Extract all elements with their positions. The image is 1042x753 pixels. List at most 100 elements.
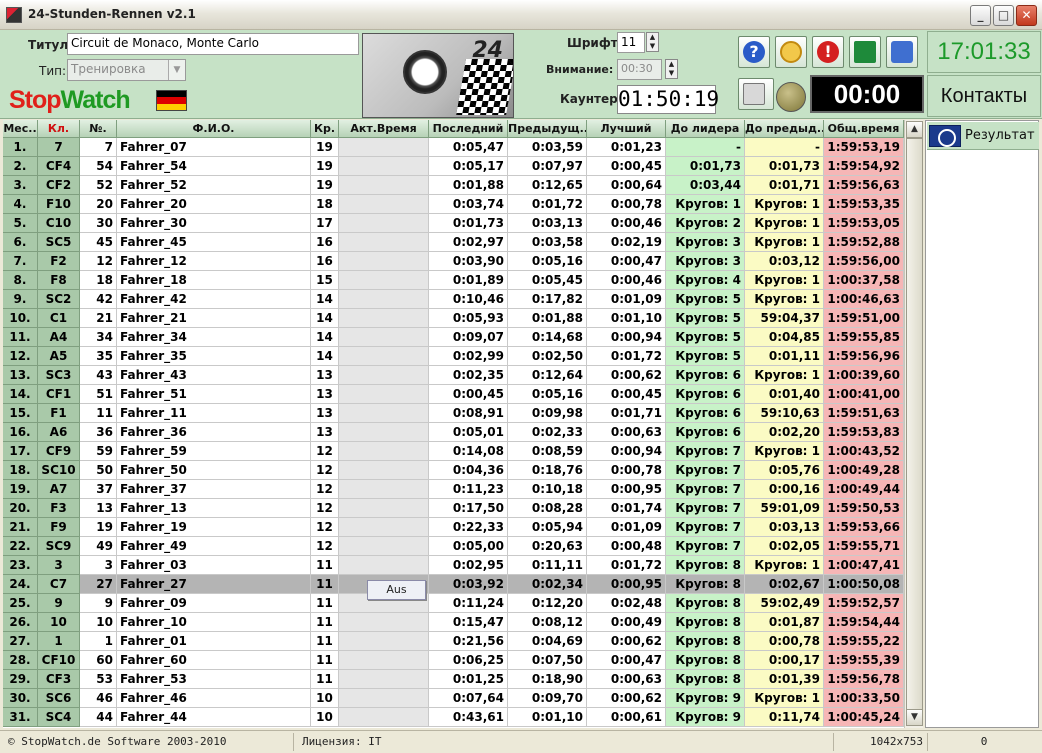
table-row[interactable]: 30. SC6 46 Fahrer_46 10 0:07,64 0:09,70 0:00,62… — [3, 689, 904, 708]
app-icon[interactable] — [6, 7, 22, 23]
table-row[interactable]: 22. SC9 49 Fahrer_49 12 0:05,00 0:20,63 0:00,48… — [3, 537, 904, 556]
cell-total-time: 1:59:56,63 — [824, 176, 904, 195]
table-row[interactable]: 14. CF1 51 Fahrer_51 13 0:00,45 0:05,16 0:00,45… — [3, 385, 904, 404]
title-bar[interactable]: 24-Stunden-Rennen v2.1 _ □ ✕ — [0, 0, 1042, 30]
font-size-spinner[interactable]: ▲ ▼ — [646, 32, 659, 52]
cell-active-time — [339, 708, 429, 727]
cell-total-time: 1:59:54,92 — [824, 157, 904, 176]
table-row[interactable]: 24. C7 27 Fahrer_27 11 0:03,92 0:02,34 0:00,95 К… — [3, 575, 904, 594]
table-row[interactable]: 18. SC10 50 Fahrer_50 12 0:04,36 0:18,76 0:00,7… — [3, 461, 904, 480]
column-header-gap-to-previous[interactable]: До предыд.. — [745, 120, 824, 138]
vertical-scrollbar[interactable]: ▲ ▼ — [904, 120, 923, 728]
table-row[interactable]: 25. 9 9 Fahrer_09 11 0:11,24 0:12,20 0:02,48 Кру… — [3, 594, 904, 613]
cell-active-time — [339, 461, 429, 480]
cell-position: 11. — [3, 328, 38, 347]
cell-class: C10 — [38, 214, 80, 233]
cell-number: 52 — [80, 176, 117, 195]
cell-driver-name: Fahrer_54 — [117, 157, 311, 176]
table-row[interactable]: 11. A4 34 Fahrer_34 14 0:09,07 0:14,68 0:00,94 К… — [3, 328, 904, 347]
table-row[interactable]: 5. C10 30 Fahrer_30 17 0:01,73 0:03,13 0:00,46 К… — [3, 214, 904, 233]
cell-number: 3 — [80, 556, 117, 575]
contacts-button[interactable]: Контакты — [927, 75, 1041, 117]
table-row[interactable]: 7. F2 12 Fahrer_12 16 0:03,90 0:05,16 0:00,47 Кр… — [3, 252, 904, 271]
table-row[interactable]: 21. F9 19 Fahrer_19 12 0:22,33 0:05,94 0:01,09 К… — [3, 518, 904, 537]
table-row[interactable]: 28. CF10 60 Fahrer_60 11 0:06,25 0:07,50 0:00,4… — [3, 651, 904, 670]
table-row[interactable]: 10. C1 21 Fahrer_21 14 0:05,93 0:01,88 0:01,10 К… — [3, 309, 904, 328]
table-row[interactable]: 6. SC5 45 Fahrer_45 16 0:02,97 0:03,58 0:02,19 К… — [3, 233, 904, 252]
column-header-class[interactable]: Кл. — [38, 120, 80, 138]
cell-previous-lap: 0:01,72 — [508, 195, 587, 214]
table-row[interactable]: 23. 3 3 Fahrer_03 11 0:02,95 0:11,11 0:01,72 Кру… — [3, 556, 904, 575]
font-size-input[interactable]: 11 — [617, 32, 645, 53]
results-table[interactable]: Мес.. Кл. №. Ф.И.О. Кр. Акт.Время Последний Пре… — [3, 120, 904, 728]
cell-number: 30 — [80, 214, 117, 233]
cell-total-time: 1:59:55,71 — [824, 537, 904, 556]
attention-input[interactable]: 00:30 — [617, 59, 662, 80]
cell-gap-to-leader: Кругов: 8 — [666, 651, 745, 670]
table-row[interactable]: 15. F1 11 Fahrer_11 13 0:08,91 0:09,98 0:01,71 К… — [3, 404, 904, 423]
close-button[interactable]: ✕ — [1016, 5, 1037, 26]
table-row[interactable]: 12. A5 35 Fahrer_35 14 0:02,99 0:02,50 0:01,72 К… — [3, 347, 904, 366]
result-button[interactable]: Результат — [927, 122, 1039, 150]
column-header-laps[interactable]: Кр. — [311, 120, 339, 138]
cell-total-time: 1:00:45,24 — [824, 708, 904, 727]
network-button[interactable] — [886, 36, 918, 68]
help-button[interactable]: ? — [738, 36, 770, 68]
scroll-thumb[interactable] — [906, 138, 923, 718]
cell-active-time — [339, 157, 429, 176]
cell-gap-to-leader: Кругов: 9 — [666, 689, 745, 708]
cell-laps: 12 — [311, 461, 339, 480]
table-row[interactable]: 4. F10 20 Fahrer_20 18 0:03,74 0:01,72 0:00,78 К… — [3, 195, 904, 214]
cell-laps: 12 — [311, 442, 339, 461]
cell-total-time: 1:00:37,58 — [824, 271, 904, 290]
cell-total-time: 1:59:50,53 — [824, 499, 904, 518]
table-row[interactable]: 13. SC3 43 Fahrer_43 13 0:02,35 0:12,64 0:00,62… — [3, 366, 904, 385]
aus-popup-button[interactable]: Aus — [367, 580, 426, 600]
column-header-active-time[interactable]: Акт.Время — [339, 120, 429, 138]
table-row[interactable]: 9. SC2 42 Fahrer_42 14 0:10,46 0:17,82 0:01,09 К… — [3, 290, 904, 309]
table-row[interactable]: 17. CF9 59 Fahrer_59 12 0:14,08 0:08,59 0:00,94… — [3, 442, 904, 461]
cell-laps: 11 — [311, 613, 339, 632]
column-header-number[interactable]: №. — [80, 120, 117, 138]
attention-spinner[interactable]: ▲ ▼ — [665, 59, 678, 79]
table-row[interactable]: 31. SC4 44 Fahrer_44 10 0:43,61 0:01,10 0:00,61… — [3, 708, 904, 727]
column-header-driver-name[interactable]: Ф.И.О. — [117, 120, 311, 138]
table-row[interactable]: 19. A7 37 Fahrer_37 12 0:11,23 0:10,18 0:00,95 К… — [3, 480, 904, 499]
scroll-down-button[interactable]: ▼ — [906, 709, 923, 726]
column-header-gap-to-leader[interactable]: До лидера — [666, 120, 745, 138]
cell-last-lap: 0:02,35 — [429, 366, 508, 385]
alarm-clock-button[interactable] — [775, 36, 807, 68]
minimize-button[interactable]: _ — [970, 5, 991, 26]
column-header-last-lap[interactable]: Последний — [429, 120, 508, 138]
cell-number: 54 — [80, 157, 117, 176]
title-input[interactable]: Circuit de Monaco, Monte Carlo — [67, 33, 359, 55]
column-header-best-lap[interactable]: Лучший — [587, 120, 666, 138]
cell-best-lap: 0:00,47 — [587, 252, 666, 271]
cell-last-lap: 0:15,47 — [429, 613, 508, 632]
alert-button[interactable]: ! — [812, 36, 844, 68]
table-row[interactable]: 27. 1 1 Fahrer_01 11 0:21,56 0:04,69 0:00,62 Кру… — [3, 632, 904, 651]
table-row[interactable]: 8. F8 18 Fahrer_18 15 0:01,89 0:05,45 0:00,46 Кр… — [3, 271, 904, 290]
cell-total-time: 1:59:55,85 — [824, 328, 904, 347]
cell-active-time — [339, 385, 429, 404]
card-reader-button[interactable] — [738, 78, 774, 110]
type-select[interactable]: Тренировка ▼ — [67, 59, 186, 81]
table-row[interactable]: 29. CF3 53 Fahrer_53 11 0:01,25 0:18,90 0:00,63… — [3, 670, 904, 689]
status-light-icon[interactable] — [776, 82, 806, 112]
maximize-button[interactable]: □ — [993, 5, 1014, 26]
cell-active-time — [339, 214, 429, 233]
column-header-previous-lap[interactable]: Предыдущ.. — [508, 120, 587, 138]
cell-previous-lap: 0:12,64 — [508, 366, 587, 385]
table-row[interactable]: 3. CF2 52 Fahrer_52 19 0:01,88 0:12,65 0:00,64 0… — [3, 176, 904, 195]
chevron-down-icon[interactable]: ▼ — [168, 60, 185, 80]
table-row[interactable]: 2. CF4 54 Fahrer_54 19 0:05,17 0:07,97 0:00,45 0… — [3, 157, 904, 176]
table-row[interactable]: 16. A6 36 Fahrer_36 13 0:05,01 0:02,33 0:00,63 К… — [3, 423, 904, 442]
table-row[interactable]: 20. F3 13 Fahrer_13 12 0:17,50 0:08,28 0:01,74 К… — [3, 499, 904, 518]
excel-export-button[interactable] — [849, 36, 881, 68]
scroll-up-button[interactable]: ▲ — [906, 121, 923, 138]
column-header-position[interactable]: Мес.. — [3, 120, 38, 138]
column-header-total-time[interactable]: Общ.время — [824, 120, 904, 138]
race-timer[interactable]: 00:00 — [810, 75, 924, 113]
table-row[interactable]: 1. 7 7 Fahrer_07 19 0:05,47 0:03,59 0:01,23- -1:… — [3, 138, 904, 157]
table-row[interactable]: 26. 10 10 Fahrer_10 11 0:15,47 0:08,12 0:00,49 К… — [3, 613, 904, 632]
